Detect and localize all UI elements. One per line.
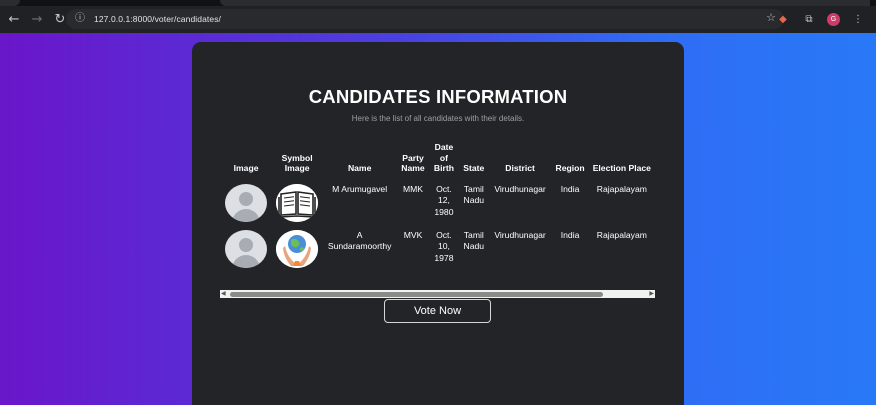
vote-now-button[interactable]: Vote Now bbox=[384, 299, 491, 323]
candidate-district: Virudhunagar bbox=[494, 229, 546, 240]
candidate-image-cell bbox=[220, 180, 272, 226]
book-icon bbox=[276, 183, 319, 222]
candidate-image-cell bbox=[220, 226, 272, 272]
candidate-party: MVK bbox=[403, 229, 423, 240]
header-district: District bbox=[505, 163, 535, 173]
candidate-dob: Oct. 12, 1980 bbox=[434, 183, 454, 217]
candidate-election-place: Rajapalayam bbox=[596, 229, 647, 240]
candidate-state: Tamil Nadu bbox=[463, 229, 485, 252]
profile-avatar[interactable]: G bbox=[827, 13, 840, 26]
forward-arrow-icon[interactable]: → bbox=[28, 11, 46, 29]
candidate-party: MMK bbox=[402, 183, 424, 194]
table-header-row: Image Symbol Image Name Party Name Date … bbox=[220, 142, 655, 180]
avatar-placeholder-icon bbox=[225, 183, 268, 222]
back-arrow-icon[interactable]: ← bbox=[5, 11, 23, 29]
scroll-right-arrow-icon[interactable]: ▶ bbox=[649, 290, 654, 298]
candidate-region: India bbox=[560, 229, 580, 240]
table-row: M Arumugavel MMK Oct. 12, 1980 Tamil Nad… bbox=[220, 180, 655, 226]
header-party-name: Party Name bbox=[401, 152, 425, 174]
table-row: A Sundaramoorthy MVK Oct. 10, 1978 Tamil… bbox=[220, 226, 655, 272]
candidate-state: Tamil Nadu bbox=[463, 183, 485, 206]
menu-kebab-icon[interactable]: ⋮ bbox=[850, 12, 866, 28]
scroll-left-arrow-icon[interactable]: ◀ bbox=[221, 290, 226, 298]
header-symbol-image: Symbol Image bbox=[281, 152, 313, 174]
header-name: Name bbox=[347, 163, 372, 173]
url-text[interactable]: 127.0.0.1:8000/voter/candidates/ bbox=[94, 14, 221, 24]
candidate-name: A Sundaramoorthy bbox=[327, 229, 392, 252]
page-title: CANDIDATES INFORMATION bbox=[308, 86, 568, 107]
extensions-puzzle-icon[interactable]: ⧉ bbox=[801, 12, 817, 28]
header-state: State bbox=[463, 163, 485, 173]
page-background: CANDIDATES INFORMATION Here is the list … bbox=[0, 33, 876, 405]
browser-chrome: ← → ↻ ⓘ 127.0.0.1:8000/voter/candidates/… bbox=[0, 0, 876, 33]
scrollbar-thumb[interactable] bbox=[230, 291, 603, 297]
header-date-of-birth: Date of Birth bbox=[433, 142, 454, 173]
candidates-table: Image Symbol Image Name Party Name Date … bbox=[220, 142, 655, 272]
extension-fox-icon[interactable]: ◆ bbox=[775, 12, 791, 28]
horizontal-scrollbar[interactable]: ◀ ▶ bbox=[220, 290, 655, 298]
candidate-region: India bbox=[560, 183, 580, 194]
candidate-district: Virudhunagar bbox=[494, 183, 546, 194]
symbol-image-cell bbox=[272, 226, 322, 272]
candidate-name: M Arumugavel bbox=[332, 183, 388, 194]
candidate-election-place: Rajapalayam bbox=[596, 183, 647, 194]
page-subtitle: Here is the list of all candidates with … bbox=[351, 114, 525, 123]
address-bar[interactable]: ⓘ 127.0.0.1:8000/voter/candidates/ ☆ bbox=[66, 9, 784, 29]
avatar-placeholder-icon bbox=[225, 229, 268, 268]
toolbar-right: ◆ ⧉ G ⋮ bbox=[775, 6, 876, 33]
header-region: Region bbox=[555, 163, 585, 173]
header-image: Image bbox=[233, 163, 259, 173]
globe-in-hands-icon bbox=[276, 229, 319, 268]
header-election-place: Election Place bbox=[592, 163, 651, 173]
candidate-dob: Oct. 10, 1978 bbox=[434, 229, 454, 263]
symbol-image-cell bbox=[272, 180, 322, 226]
browser-toolbar: ← → ↻ ⓘ 127.0.0.1:8000/voter/candidates/… bbox=[0, 6, 876, 33]
candidates-card: CANDIDATES INFORMATION Here is the list … bbox=[192, 42, 684, 405]
candidates-table-container[interactable]: Image Symbol Image Name Party Name Date … bbox=[220, 142, 655, 287]
site-info-icon[interactable]: ⓘ bbox=[72, 11, 88, 27]
